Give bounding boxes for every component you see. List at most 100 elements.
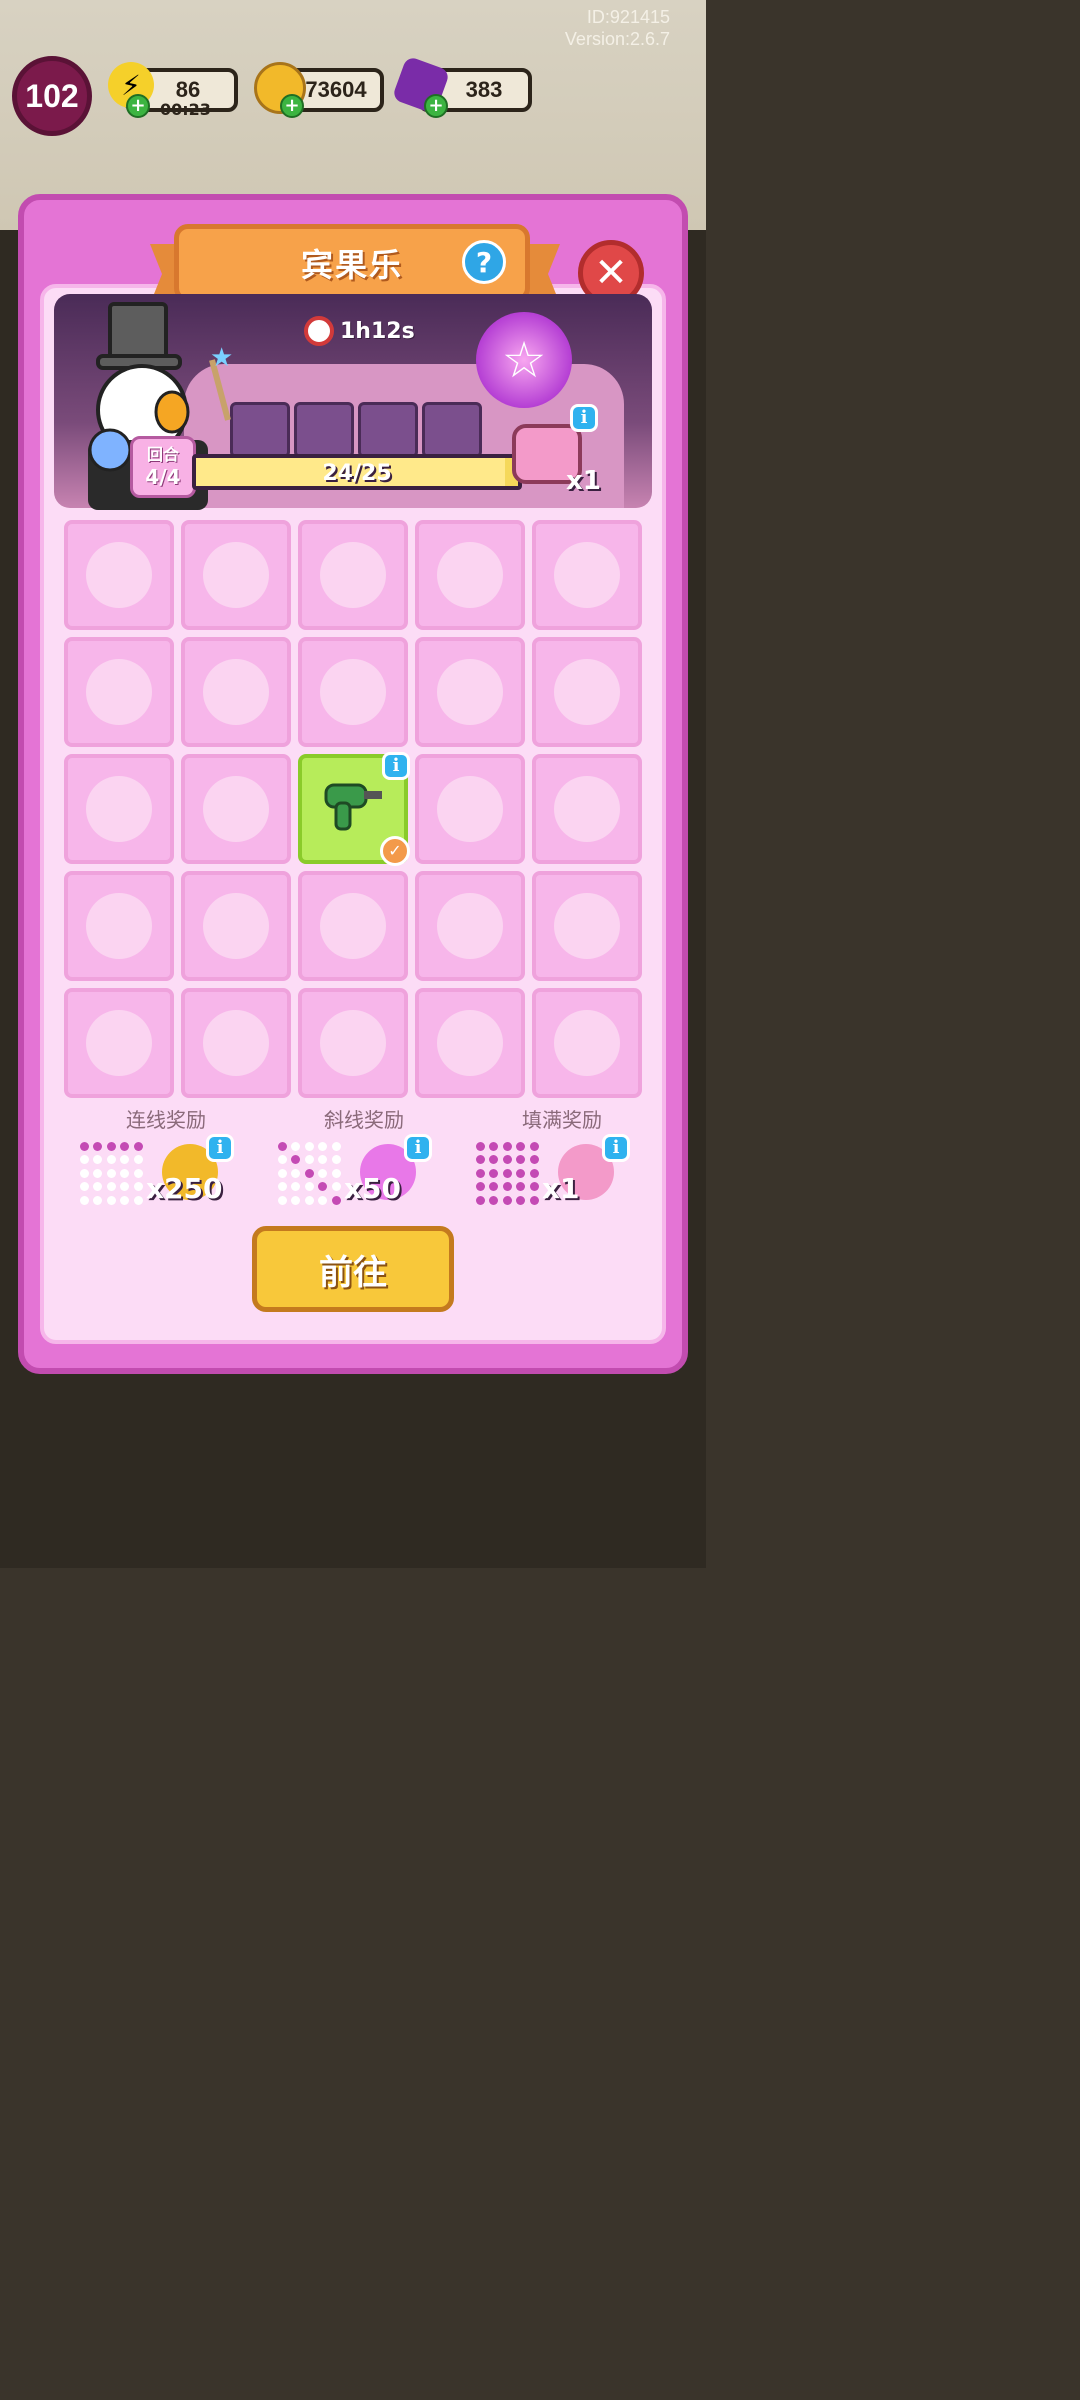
bingo-cell[interactable] xyxy=(181,988,291,1098)
bingo-cell[interactable] xyxy=(298,637,408,747)
bingo-cell[interactable] xyxy=(532,520,642,630)
pattern-dot xyxy=(318,1168,328,1178)
reward-pattern xyxy=(80,1142,144,1206)
pattern-dot xyxy=(106,1168,116,1178)
reward-pattern xyxy=(476,1142,540,1206)
cell-info-button[interactable]: i xyxy=(382,752,410,780)
add-gems-button[interactable]: + xyxy=(424,94,448,118)
pattern-dot xyxy=(331,1142,341,1151)
pattern-dot xyxy=(489,1142,499,1151)
pattern-dot xyxy=(502,1155,512,1165)
pattern-dot xyxy=(529,1195,539,1205)
bingo-cell[interactable] xyxy=(532,871,642,981)
pattern-dot xyxy=(489,1195,499,1205)
cell-emblem-icon xyxy=(437,776,503,842)
bingo-cell[interactable] xyxy=(415,988,525,1098)
bingo-cell[interactable] xyxy=(415,520,525,630)
bingo-cell[interactable] xyxy=(64,871,174,981)
pattern-dot xyxy=(80,1182,89,1192)
check-icon: ✓ xyxy=(380,836,410,866)
event-timer: 1h12s xyxy=(304,316,415,346)
pattern-dot xyxy=(291,1195,301,1205)
go-button-label: 前往 xyxy=(319,1252,387,1293)
reward-slot: 填满奖励 i x1 xyxy=(472,1104,652,1214)
pattern-dot xyxy=(120,1195,130,1205)
pattern-dot xyxy=(278,1155,287,1165)
bingo-cell[interactable]: i ✓ xyxy=(298,752,410,866)
reward-multiplier: x250 xyxy=(146,1172,223,1205)
reward-info-button[interactable]: i xyxy=(602,1134,630,1162)
coins-value: 73604 xyxy=(305,77,367,102)
bingo-cell[interactable] xyxy=(532,754,642,864)
drill-icon xyxy=(318,769,388,850)
reward-slot: 斜线奖励 i x50 xyxy=(274,1104,454,1214)
progress-text: 24/25 xyxy=(322,461,392,486)
pattern-dot xyxy=(529,1182,539,1192)
cell-emblem-icon xyxy=(554,1010,620,1076)
pattern-dot xyxy=(489,1182,499,1192)
bingo-cell[interactable] xyxy=(415,637,525,747)
bingo-cell[interactable] xyxy=(181,520,291,630)
grand-prize-info-button[interactable]: i xyxy=(570,404,598,432)
bingo-cell[interactable] xyxy=(415,754,525,864)
bingo-cell[interactable] xyxy=(181,637,291,747)
cell-emblem-icon xyxy=(320,542,386,608)
pattern-dot xyxy=(278,1168,287,1178)
pattern-dot xyxy=(331,1168,341,1178)
pattern-dot xyxy=(106,1195,116,1205)
bingo-cell[interactable] xyxy=(64,754,174,864)
cell-emblem-icon xyxy=(203,542,269,608)
pattern-dot xyxy=(93,1195,103,1205)
add-energy-button[interactable]: + xyxy=(126,94,150,118)
pattern-dot xyxy=(106,1182,116,1192)
cell-emblem-icon xyxy=(86,1010,152,1076)
pattern-dot xyxy=(331,1182,341,1192)
pattern-dot xyxy=(80,1195,89,1205)
add-coins-button[interactable]: + xyxy=(280,94,304,118)
pattern-dot xyxy=(278,1195,287,1205)
pattern-dot xyxy=(476,1155,485,1165)
cell-emblem-icon xyxy=(437,542,503,608)
bingo-cell[interactable] xyxy=(532,988,642,1098)
timer-value: 1h12s xyxy=(340,318,415,344)
build-info: ID:921415 Version:2.6.7 xyxy=(565,6,670,50)
pattern-dot xyxy=(120,1155,130,1165)
cell-emblem-icon xyxy=(554,542,620,608)
pattern-dot xyxy=(93,1182,103,1192)
pattern-dot xyxy=(331,1155,341,1165)
bingo-cell[interactable] xyxy=(64,637,174,747)
cell-emblem-icon xyxy=(86,542,152,608)
grand-prize-multiplier: x1 xyxy=(566,466,601,496)
go-button[interactable]: 前往 xyxy=(252,1226,454,1312)
pattern-dot xyxy=(502,1142,512,1151)
cell-emblem-icon xyxy=(437,1010,503,1076)
pattern-dot xyxy=(516,1155,526,1165)
reward-title: 斜线奖励 xyxy=(324,1108,404,1132)
round-value: 4/4 xyxy=(145,465,181,489)
bingo-cell[interactable] xyxy=(181,871,291,981)
bingo-cell[interactable] xyxy=(64,520,174,630)
bingo-cell[interactable] xyxy=(64,988,174,1098)
bingo-cell[interactable] xyxy=(415,871,525,981)
pattern-dot xyxy=(502,1195,512,1205)
pattern-dot xyxy=(133,1142,143,1151)
reward-info-button[interactable]: i xyxy=(206,1134,234,1162)
pattern-dot xyxy=(133,1155,143,1165)
pattern-dot xyxy=(529,1155,539,1165)
reward-multiplier: x1 xyxy=(542,1172,580,1205)
cell-emblem-icon xyxy=(203,659,269,725)
bingo-cell[interactable] xyxy=(298,520,408,630)
bingo-cell[interactable] xyxy=(298,871,408,981)
pattern-dot xyxy=(80,1155,89,1165)
pattern-dot xyxy=(304,1182,314,1192)
help-button[interactable]: ? xyxy=(462,240,506,284)
pattern-dot xyxy=(291,1168,301,1178)
cell-emblem-icon xyxy=(203,893,269,959)
cell-emblem-icon xyxy=(437,659,503,725)
bingo-cell[interactable] xyxy=(532,637,642,747)
level-badge[interactable]: 102 xyxy=(12,56,92,136)
star-crystal-ball-icon: ☆ xyxy=(476,312,572,408)
bingo-cell[interactable] xyxy=(181,754,291,864)
reward-info-button[interactable]: i xyxy=(404,1134,432,1162)
bingo-cell[interactable] xyxy=(298,988,408,1098)
